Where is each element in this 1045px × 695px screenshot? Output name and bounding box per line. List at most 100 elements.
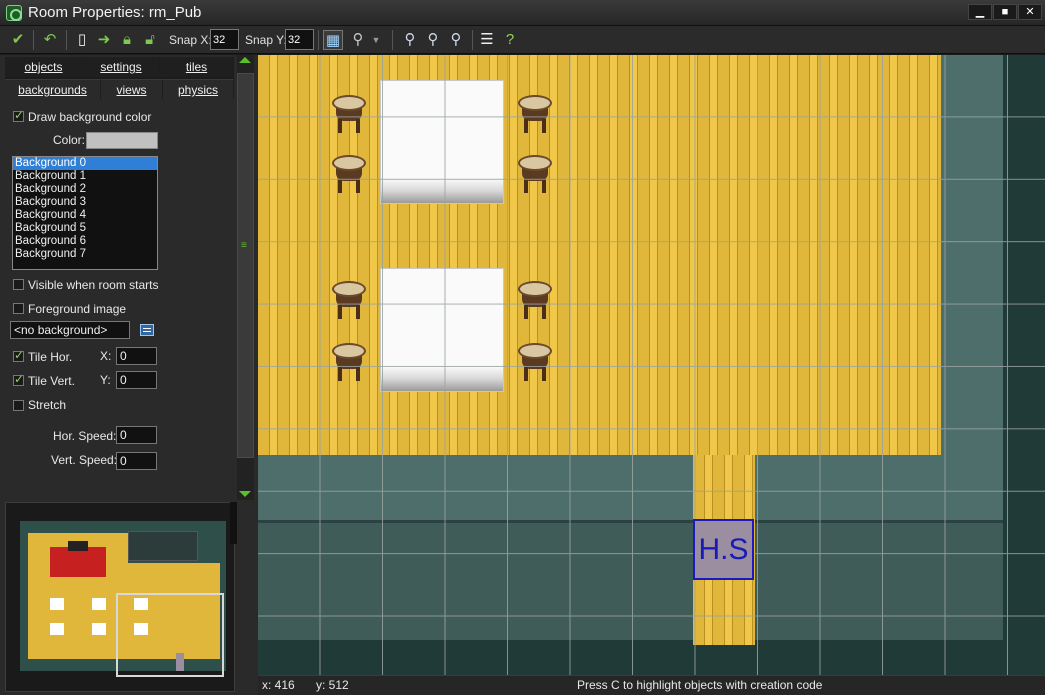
stool-sprite[interactable]: [516, 281, 554, 323]
unlock-instances-icon[interactable]: 🔓︎: [140, 30, 160, 50]
stool-sprite[interactable]: [330, 281, 368, 323]
lock-instances-icon[interactable]: 🔒︎: [117, 30, 137, 50]
status-hint: Press C to highlight objects with creati…: [577, 678, 823, 692]
toolbar-separator: [33, 30, 34, 50]
snap-x-label: Snap X:: [169, 33, 212, 47]
stretch-checkbox[interactable]: [13, 400, 24, 411]
draw-bg-color-label: Draw background color: [28, 110, 152, 124]
list-item[interactable]: Background 6: [13, 235, 157, 248]
table-sprite[interactable]: [380, 268, 504, 392]
tab-settings[interactable]: settings: [83, 57, 160, 77]
wall-tile: [941, 55, 1003, 455]
minimap-scrollbar[interactable]: [230, 502, 237, 544]
gamemaker-app-icon: [6, 5, 22, 21]
wall-band: [258, 520, 1003, 640]
toolbar-separator: [66, 30, 67, 50]
hor-speed-input[interactable]: [116, 426, 157, 444]
title-bar: Room Properties: rm_Pub ▁ ■ ✕: [0, 0, 1045, 26]
undo-icon[interactable]: ↶: [40, 30, 60, 50]
stool-sprite[interactable]: [516, 155, 554, 197]
scroll-down-arrow-icon[interactable]: [239, 491, 251, 497]
panel-scrollbar[interactable]: ≡: [237, 55, 254, 500]
stool-sprite[interactable]: [330, 95, 368, 137]
hor-speed-label: Hor. Speed:: [53, 429, 117, 443]
list-item[interactable]: Background 7: [13, 248, 157, 261]
tile-hor-checkbox[interactable]: [13, 348, 24, 362]
draw-bg-color-checkbox[interactable]: [13, 108, 24, 122]
background-list[interactable]: Background 0 Background 1 Background 2 B…: [12, 156, 158, 270]
stool-sprite[interactable]: [516, 343, 554, 385]
stool-sprite[interactable]: [516, 95, 554, 137]
cursor-x-readout: x: 416: [262, 678, 295, 692]
foreground-image-checkbox[interactable]: [13, 303, 24, 314]
cursor-y-readout: y: 512: [316, 678, 349, 692]
scroll-up-arrow-icon[interactable]: [239, 57, 251, 63]
help-icon[interactable]: ?: [500, 30, 520, 50]
toolbar-separator: [392, 30, 393, 50]
room-editor-canvas[interactable]: H.S: [258, 55, 1045, 675]
clear-room-icon[interactable]: ▯: [72, 30, 92, 50]
wall-tile: [258, 455, 1003, 520]
room-minimap[interactable]: [5, 502, 235, 692]
zoom-out-icon[interactable]: ⚲: [400, 30, 420, 50]
shift-instances-icon[interactable]: ➜: [94, 30, 114, 50]
tab-tiles[interactable]: tiles: [160, 57, 234, 77]
zoom-options-icon[interactable]: ⚲: [348, 30, 368, 50]
snap-y-label: Snap Y:: [245, 33, 287, 47]
tab-strip: objects settings tiles backgrounds views…: [5, 56, 234, 99]
tab-objects[interactable]: objects: [5, 57, 83, 77]
dark-edge: [258, 640, 1003, 675]
stool-sprite[interactable]: [330, 155, 368, 197]
y-offset-input[interactable]: [116, 371, 157, 389]
stool-sprite[interactable]: [330, 343, 368, 385]
vert-speed-label: Vert. Speed:: [51, 453, 118, 467]
x-offset-input[interactable]: [116, 347, 157, 365]
list-item[interactable]: Background 1: [13, 170, 157, 183]
toolbar: ✔ ↶ ▯ ➜ 🔒︎ 🔓︎ Snap X: Snap Y: ▦ ⚲ ▼ ⚲ ⚲ …: [0, 26, 1045, 54]
list-icon[interactable]: ☰: [477, 30, 497, 50]
list-item[interactable]: Background 2: [13, 183, 157, 196]
vert-speed-input[interactable]: [116, 452, 157, 470]
snap-y-input[interactable]: [285, 29, 314, 50]
scroll-thumb[interactable]: [237, 73, 254, 458]
snap-x-input[interactable]: [210, 29, 239, 50]
toolbar-separator: [318, 30, 319, 50]
background-select-field[interactable]: [10, 321, 130, 339]
table-sprite[interactable]: [380, 80, 504, 204]
dark-edge: [1003, 55, 1045, 675]
zoom-reset-icon[interactable]: ⚲: [423, 30, 443, 50]
close-button[interactable]: ✕: [1018, 4, 1042, 20]
scroll-grip-icon: ≡: [241, 240, 247, 251]
ok-checkmark-icon[interactable]: ✔: [8, 30, 28, 50]
grid-toggle-icon[interactable]: ▦: [323, 30, 343, 50]
color-label: Color:: [53, 133, 86, 147]
hs-object-instance[interactable]: H.S: [693, 519, 754, 580]
window-title: Room Properties: rm_Pub: [28, 4, 202, 21]
tab-views[interactable]: views: [101, 79, 163, 99]
visible-when-room-starts-checkbox[interactable]: [13, 279, 24, 290]
tile-vert-label: Tile Vert.: [28, 374, 75, 388]
y-offset-label: Y:: [100, 373, 111, 387]
toolbar-separator: [472, 30, 473, 50]
status-bar: x: 416 y: 512 Press C to highlight objec…: [258, 675, 1045, 695]
list-item[interactable]: Background 3: [13, 196, 157, 209]
minimap-viewport-frame[interactable]: [116, 593, 224, 677]
list-item[interactable]: Background 4: [13, 209, 157, 222]
maximize-button[interactable]: ■: [993, 4, 1017, 20]
tile-vert-checkbox[interactable]: [13, 372, 24, 386]
foreground-image-label: Foreground image: [28, 302, 127, 316]
minimize-button[interactable]: ▁: [968, 4, 992, 20]
list-item[interactable]: Background 0: [13, 157, 157, 170]
zoom-in-icon[interactable]: ⚲: [446, 30, 466, 50]
visible-when-room-starts-label: Visible when room starts: [28, 278, 159, 292]
tile-hor-label: Tile Hor.: [28, 350, 73, 364]
stretch-label: Stretch: [28, 398, 67, 412]
background-menu-icon[interactable]: [140, 324, 154, 336]
properties-panel: objects settings tiles backgrounds views…: [0, 55, 258, 695]
tab-physics[interactable]: physics: [163, 79, 234, 99]
dropdown-arrow-icon[interactable]: ▼: [366, 30, 386, 50]
tab-backgrounds[interactable]: backgrounds: [5, 79, 101, 99]
list-item[interactable]: Background 5: [13, 222, 157, 235]
x-offset-label: X:: [100, 349, 112, 363]
background-color-swatch[interactable]: [86, 132, 158, 149]
